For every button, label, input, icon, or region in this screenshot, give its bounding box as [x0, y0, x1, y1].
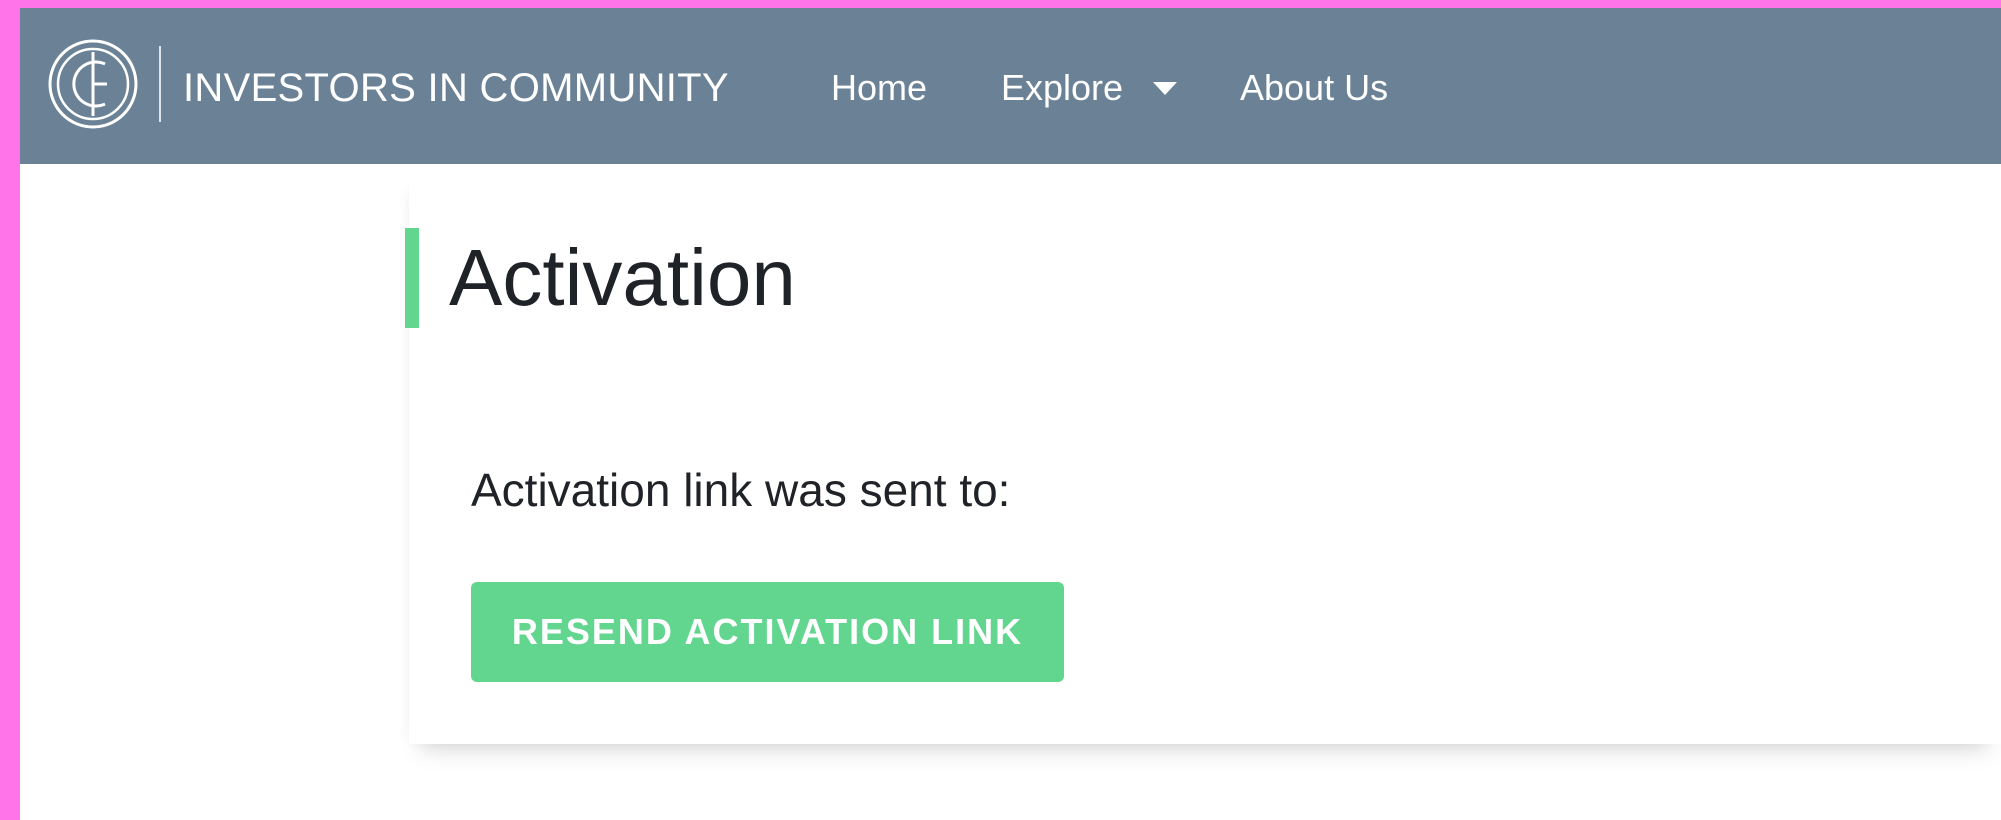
- logo-divider: [159, 46, 161, 122]
- caret-down-icon[interactable]: [1153, 82, 1177, 95]
- logo-icon[interactable]: [47, 38, 139, 130]
- nav-about-us-link[interactable]: About Us: [1240, 66, 1388, 110]
- title-accent-bar: [405, 228, 419, 328]
- window-frame-top: [0, 0, 2001, 8]
- resend-activation-link-button[interactable]: RESEND ACTIVATION LINK: [471, 582, 1064, 682]
- activation-message: Activation link was sent to:: [471, 464, 1011, 516]
- nav-explore-dropdown[interactable]: Explore: [1001, 66, 1123, 110]
- brand-name[interactable]: INVESTORS IN COMMUNITY: [183, 64, 729, 112]
- page-title: Activation: [449, 233, 796, 322]
- window-frame-left: [0, 0, 20, 820]
- top-navbar: INVESTORS IN COMMUNITY Home Explore Abou…: [20, 8, 2001, 164]
- nav-home-link[interactable]: Home: [831, 66, 927, 110]
